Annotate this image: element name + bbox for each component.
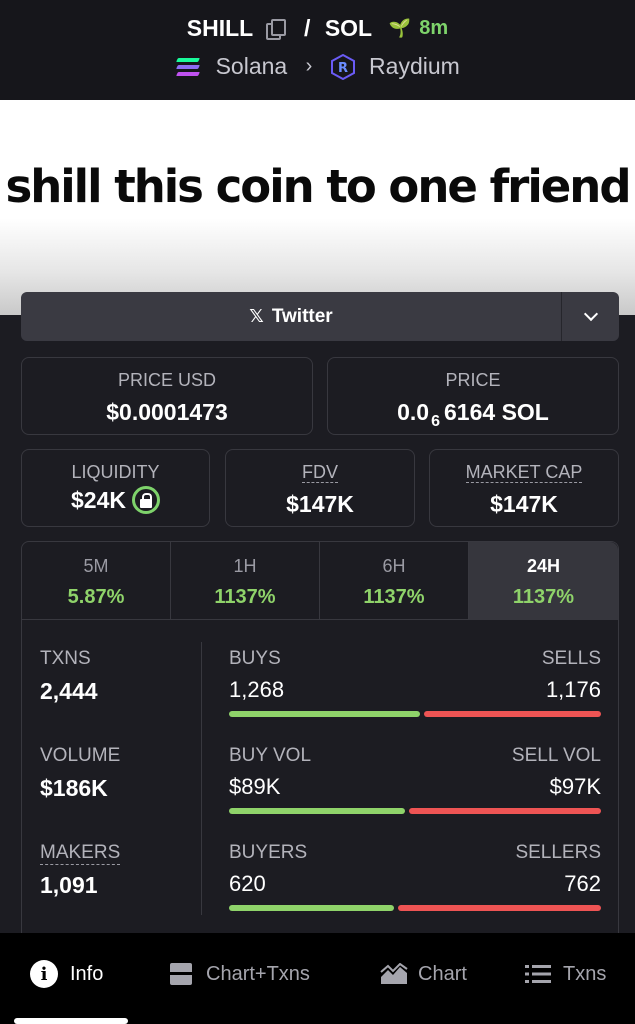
nav-info[interactable]: i Info (30, 959, 103, 989)
liquidity-label: LIQUIDITY (71, 462, 160, 482)
volume-label: VOLUME (40, 745, 121, 766)
tab-label: 6H (382, 556, 406, 576)
social-links-bar: 𝕏 Twitter (21, 292, 619, 341)
nav-txns[interactable]: Txns (525, 959, 606, 989)
sells-ratio-bar (424, 711, 601, 717)
volume-value: $186K (40, 775, 108, 801)
svg-text:R: R (338, 61, 348, 76)
more-links-button[interactable] (562, 292, 619, 341)
solana-logo-icon (175, 57, 201, 77)
makers-label[interactable]: MAKERS (40, 842, 121, 865)
price-native-digits: 6164 SOL (444, 399, 549, 425)
quote-symbol: SOL (324, 15, 373, 42)
pair-age: 8m (419, 17, 449, 40)
tab-label: 1H (233, 556, 257, 576)
tab-change: 1137% (214, 586, 276, 608)
tab-label: 24H (526, 556, 561, 576)
price-native-value: 0.0 6 6164 SOL (328, 399, 618, 431)
price-native-prefix: 0.0 (397, 399, 430, 425)
buys-value: 1,268 (229, 677, 285, 702)
market-cap-label[interactable]: MARKET CAP (465, 462, 583, 483)
list-icon (525, 965, 551, 983)
buys-ratio-bar (229, 711, 420, 717)
sellers-label: SELLERS (515, 842, 601, 863)
buyers-ratio-bar (229, 905, 394, 911)
price-usd-label: PRICE USD (117, 370, 216, 390)
buy-vol-value: $89K (229, 774, 281, 799)
sells-label: SELLS (541, 648, 601, 669)
twitter-label: Twitter (271, 305, 333, 327)
buyers-value: 620 (229, 871, 266, 896)
sells-value: 1,176 (545, 677, 601, 702)
sellers-ratio-bar (398, 905, 601, 911)
sellers-value: 762 (564, 871, 601, 896)
buys-label: BUYS (229, 648, 281, 669)
market-cap-card: MARKET CAP $147K (429, 449, 619, 527)
tab-change: 1137% (512, 586, 575, 608)
price-native-zero-count: 6 (431, 413, 441, 430)
token-symbol: SHILL (186, 15, 254, 42)
raydium-logo-icon: R (330, 53, 355, 81)
chain-name[interactable]: Solana (216, 53, 288, 80)
nav-chart-txns[interactable]: Chart+Txns (170, 959, 310, 989)
x-logo-icon: 𝕏 (249, 306, 264, 326)
nav-chart-txns-label: Chart+Txns (206, 962, 310, 985)
sell-vol-value: $97K (549, 774, 601, 799)
banner-text: shill this coin to one friend (5, 160, 631, 213)
chevron-right-icon: › (305, 55, 313, 78)
stats-divider (201, 642, 202, 915)
market-cap-value: $147K (490, 491, 558, 517)
price-usd-value: $0.0001473 (106, 399, 228, 425)
nav-txns-label: Txns (563, 962, 607, 985)
fdv-card: FDV $147K (225, 449, 415, 527)
pair-title: SHILL / SOL 🌱 8m (0, 14, 635, 42)
sell-vol-ratio-bar (409, 808, 601, 814)
info-icon: i (30, 960, 58, 988)
nav-chart[interactable]: Chart (380, 959, 467, 989)
tab-change: 1137% (363, 586, 425, 608)
tab-label: 5M (83, 556, 109, 576)
copy-icon[interactable] (265, 18, 286, 40)
sell-vol-label: SELL VOL (511, 745, 601, 766)
price-native-card: PRICE 0.0 6 6164 SOL (327, 357, 619, 435)
chart-txns-icon (170, 963, 192, 985)
nav-info-label: Info (70, 962, 104, 985)
area-chart-icon (380, 963, 408, 984)
txns-value: 2,444 (40, 678, 98, 704)
sprout-icon: 🌱 (388, 18, 411, 39)
liquidity-value: $24K (71, 487, 126, 513)
buy-vol-label: BUY VOL (229, 745, 312, 766)
tab-5m[interactable]: 5M 5.87% (22, 542, 171, 620)
tab-change: 5.87% (67, 586, 125, 608)
txns-label: TXNS (40, 648, 91, 669)
fdv-value: $147K (286, 491, 354, 517)
liquidity-value-row: $24K (22, 486, 209, 514)
fdv-label[interactable]: FDV (302, 462, 338, 483)
tab-1h[interactable]: 1H 1137% (171, 542, 320, 620)
tab-24h[interactable]: 24H 1137% (469, 542, 618, 620)
pair-header: SHILL / SOL 🌱 8m Solana › R Raydium (0, 0, 635, 100)
timeframe-tabs: 5M 5.87% 1H 1137% 6H 1137% 24H 1137% (22, 542, 618, 620)
chain-breadcrumb: Solana › R Raydium (0, 52, 635, 81)
chevron-down-icon (583, 306, 598, 322)
price-usd-card: PRICE USD $0.0001473 (21, 357, 313, 435)
twitter-button[interactable]: 𝕏 Twitter (21, 292, 562, 341)
dex-name[interactable]: Raydium (369, 53, 460, 80)
lock-icon[interactable] (131, 486, 160, 514)
makers-value: 1,091 (40, 872, 98, 898)
pair-separator: / (304, 15, 311, 42)
liquidity-card: LIQUIDITY $24K (21, 449, 210, 527)
home-indicator (14, 1018, 128, 1024)
timeframe-stats: 5M 5.87% 1H 1137% 6H 1137% 24H 1137% TXN… (21, 541, 619, 933)
buyers-label: BUYERS (229, 842, 308, 863)
bottom-nav: i Info Chart+Txns Chart Txns (0, 933, 635, 1024)
price-native-label: PRICE (445, 370, 501, 390)
buy-vol-ratio-bar (229, 808, 405, 814)
tab-6h[interactable]: 6H 1137% (320, 542, 469, 620)
nav-chart-label: Chart (418, 962, 467, 985)
